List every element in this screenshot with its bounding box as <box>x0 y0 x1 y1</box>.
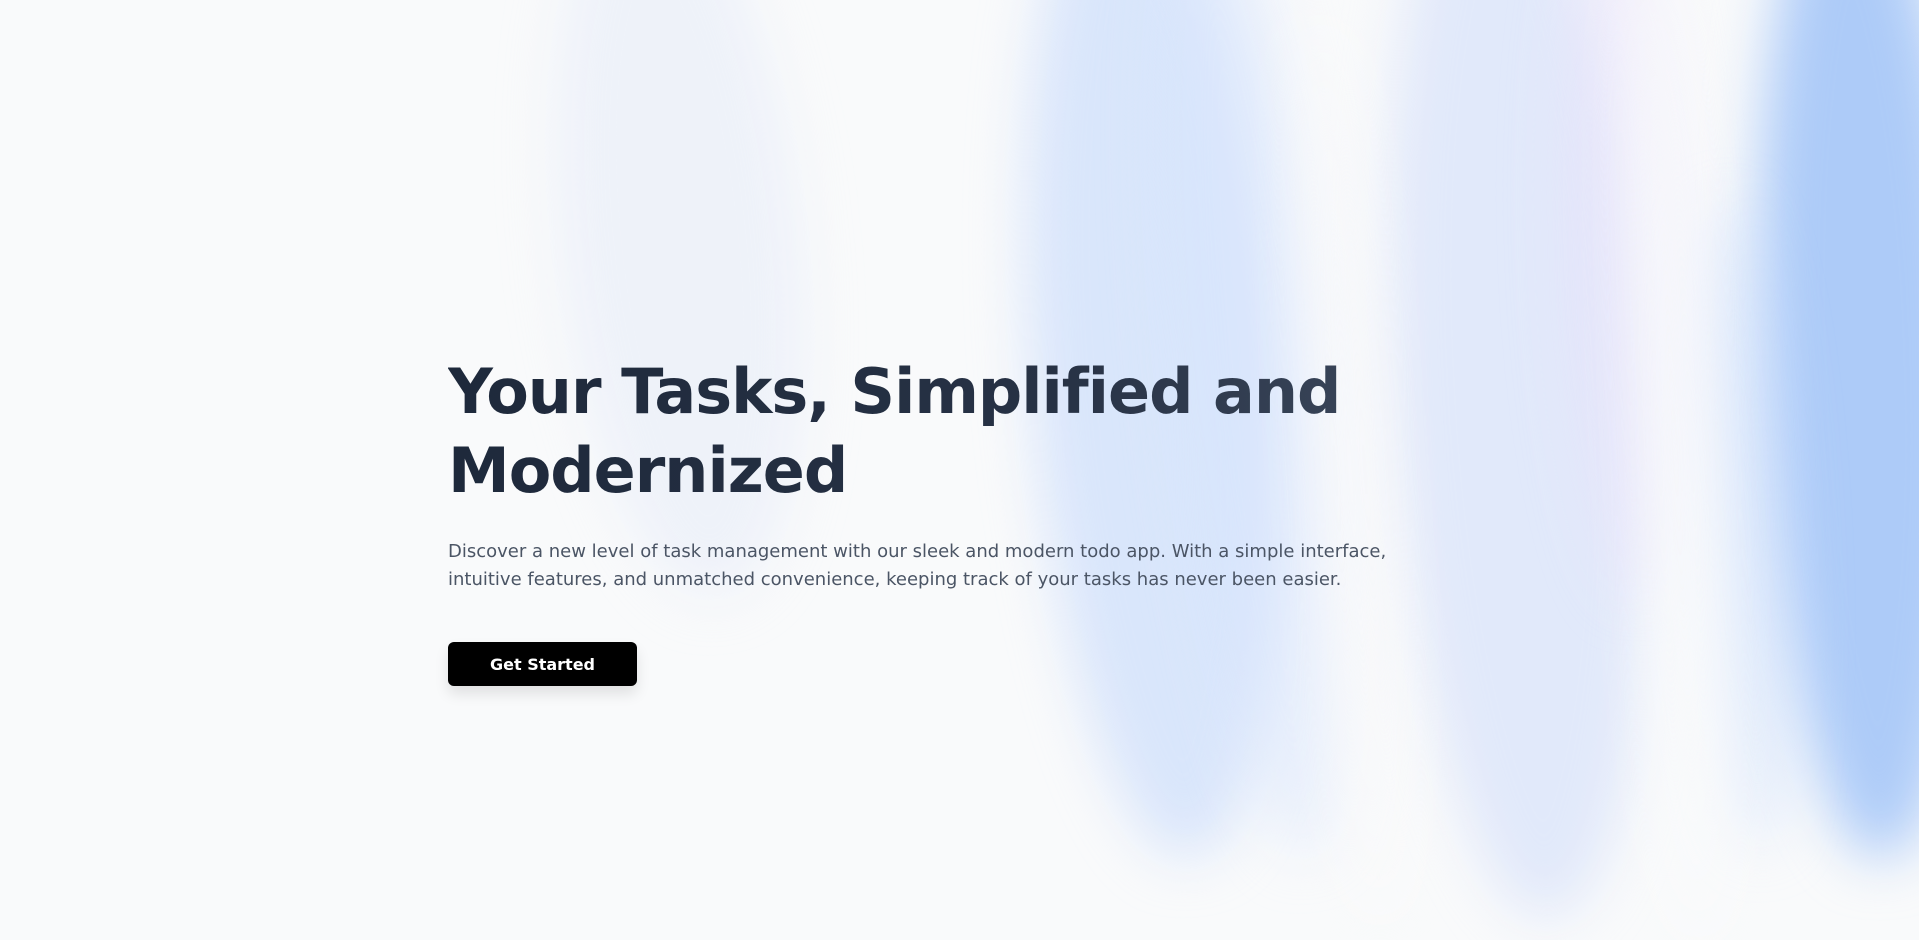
background-streak <box>1683 198 1807 852</box>
hero-description: Discover a new level of task management … <box>448 541 1387 590</box>
background-streak <box>1742 0 1919 864</box>
hero-section: Your Tasks, Simplified and Modernized Di… <box>448 352 1458 686</box>
hero-title: Your Tasks, Simplified and Modernized <box>448 352 1458 510</box>
background-streak <box>1614 0 1736 940</box>
background-streak <box>1547 0 1703 603</box>
get-started-button[interactable]: Get Started <box>448 642 637 686</box>
